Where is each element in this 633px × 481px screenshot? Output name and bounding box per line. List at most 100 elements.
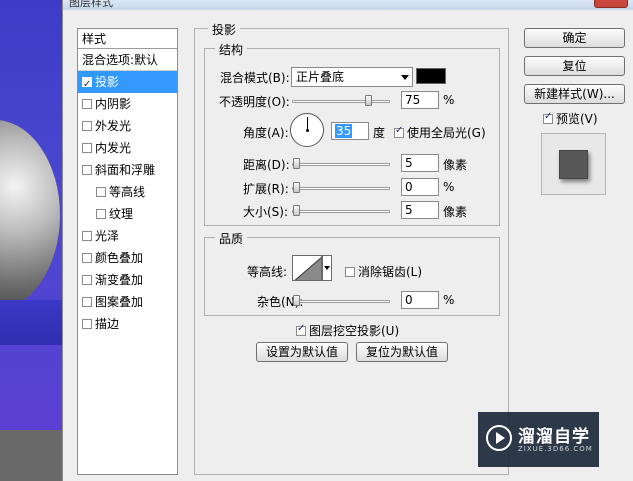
style-item-texture[interactable]: 纹理 — [78, 203, 177, 225]
ok-button[interactable]: 确定 — [524, 28, 625, 48]
angle-unit: 度 — [373, 126, 386, 140]
anti-alias-label: 消除锯齿(L) — [358, 265, 423, 279]
blend-mode-select[interactable]: 正片叠底 — [291, 67, 413, 87]
style-item-pattern-overlay[interactable]: 图案叠加 — [78, 291, 177, 313]
anti-alias-checkbox[interactable] — [345, 267, 355, 277]
style-item-label: 光泽 — [95, 229, 120, 243]
quality-title: 品质 — [215, 230, 248, 247]
noise-slider-track[interactable] — [292, 300, 390, 303]
size-label: 大小(S): — [243, 205, 289, 219]
angle-center — [306, 129, 309, 132]
spread-unit: % — [443, 180, 455, 194]
style-item-gradient-overlay[interactable]: 渐变叠加 — [78, 269, 177, 291]
style-item-color-overlay[interactable]: 颜色叠加 — [78, 247, 177, 269]
texture-checkbox[interactable] — [96, 209, 106, 219]
global-light-checkbox[interactable] — [394, 125, 404, 138]
opacity-input[interactable]: 75 — [401, 91, 439, 109]
size-slider-thumb[interactable] — [293, 205, 300, 216]
style-item-stroke[interactable]: 描边 — [78, 313, 177, 335]
satin-checkbox[interactable] — [82, 231, 92, 241]
style-item-outer-glow[interactable]: 外发光 — [78, 115, 177, 137]
drop-shadow-panel: 投影 结构 混合模式(B): 正片叠底 不透明度(O): 75 % 角度(A):… — [194, 21, 509, 475]
style-item-label: 颜色叠加 — [95, 251, 144, 265]
contour-label: 等高线: — [247, 265, 288, 279]
spread-slider-track[interactable] — [292, 187, 390, 190]
style-item-satin[interactable]: 光泽 — [78, 225, 177, 247]
noise-unit: % — [443, 293, 455, 307]
inner-glow-checkbox[interactable] — [82, 143, 92, 153]
chevron-down-icon — [324, 266, 330, 270]
contour-checkbox[interactable] — [96, 187, 106, 197]
distance-slider-thumb[interactable] — [293, 158, 300, 169]
styles-header[interactable]: 样式 — [78, 29, 177, 49]
reset-button[interactable]: 复位 — [524, 56, 625, 76]
angle-dial[interactable] — [290, 113, 324, 147]
inner-shadow-checkbox[interactable] — [82, 99, 92, 109]
title-bar[interactable]: 图层样式 — [63, 0, 633, 10]
sphere-graphic — [0, 120, 60, 310]
canvas-band — [0, 300, 62, 345]
blend-mode-value: 正片叠底 — [296, 70, 345, 84]
reset-default-button[interactable]: 复位为默认值 — [356, 342, 448, 362]
opacity-slider-track[interactable] — [292, 100, 390, 103]
preview-option[interactable]: 预览(V) — [543, 110, 598, 127]
style-item-contour[interactable]: 等高线 — [78, 181, 177, 203]
style-item-label: 内阴影 — [95, 97, 132, 111]
style-item-bevel-emboss[interactable]: 斜面和浮雕 — [78, 159, 177, 181]
contour-dropdown[interactable] — [322, 255, 332, 281]
opacity-slider-thumb[interactable] — [365, 95, 372, 106]
distance-slider-track[interactable] — [292, 163, 390, 166]
drop-shadow-checkbox[interactable] — [82, 74, 92, 96]
spread-slider-thumb[interactable] — [293, 182, 300, 193]
make-default-button[interactable]: 设置为默认值 — [256, 342, 348, 362]
angle-input[interactable]: 35 — [331, 122, 369, 140]
drop-shadow-group-title: 投影 — [208, 21, 241, 38]
style-item-drop-shadow[interactable]: 投影 — [78, 71, 177, 96]
size-input[interactable]: 5 — [401, 201, 439, 219]
watermark-subtitle: ZIXUE.3D66.COM — [518, 445, 593, 453]
canvas-bottom — [0, 430, 62, 481]
knockout-label: 图层挖空投影(U) — [309, 324, 400, 338]
global-light-option[interactable]: 使用全局光(G) — [394, 124, 486, 141]
noise-slider-thumb[interactable] — [293, 295, 300, 306]
spread-input[interactable]: 0 — [401, 178, 439, 196]
document-canvas — [0, 0, 62, 481]
opacity-unit: % — [443, 93, 455, 107]
style-item-label: 渐变叠加 — [95, 273, 144, 287]
stroke-checkbox[interactable] — [82, 319, 92, 329]
gradient-overlay-checkbox[interactable] — [82, 275, 92, 285]
chevron-down-icon — [401, 75, 409, 80]
global-light-label: 使用全局光(G) — [407, 126, 486, 140]
style-preview-box — [541, 133, 606, 195]
spread-label: 扩展(R): — [243, 182, 289, 196]
style-item-label: 内发光 — [95, 141, 132, 155]
shadow-color-swatch[interactable] — [416, 68, 446, 84]
blend-options-item[interactable]: 混合选项:默认 — [78, 49, 177, 71]
anti-alias-option[interactable]: 消除锯齿(L) — [345, 263, 422, 280]
window-title: 图层样式 — [69, 0, 113, 9]
bevel-emboss-checkbox[interactable] — [82, 165, 92, 175]
structure-title: 结构 — [215, 41, 248, 58]
preview-checkbox[interactable] — [543, 111, 553, 124]
size-slider-track[interactable] — [292, 210, 390, 213]
style-item-label: 等高线 — [109, 185, 146, 199]
style-item-label: 图案叠加 — [95, 295, 144, 309]
style-item-label: 描边 — [95, 317, 120, 331]
pattern-overlay-checkbox[interactable] — [82, 297, 92, 307]
outer-glow-checkbox[interactable] — [82, 121, 92, 131]
style-item-inner-glow[interactable]: 内发光 — [78, 137, 177, 159]
noise-input[interactable]: 0 — [401, 291, 439, 309]
distance-input[interactable]: 5 — [401, 154, 439, 172]
quality-group: 品质 等高线: 消除锯齿(L) 杂色(N): 0 % — [204, 230, 500, 316]
contour-preview[interactable] — [292, 255, 322, 281]
knockout-checkbox[interactable] — [296, 323, 306, 336]
color-overlay-checkbox[interactable] — [82, 253, 92, 263]
distance-unit: 像素 — [443, 158, 468, 172]
close-button[interactable] — [594, 0, 628, 8]
style-item-label: 外发光 — [95, 119, 132, 133]
knockout-option[interactable]: 图层挖空投影(U) — [296, 322, 399, 339]
new-style-button[interactable]: 新建样式(W)... — [524, 84, 625, 104]
style-item-inner-shadow[interactable]: 内阴影 — [78, 93, 177, 115]
size-unit: 像素 — [443, 205, 468, 219]
layer-style-dialog: 图层样式 样式 混合选项:默认 投影 内阴影 外发光 内发光 斜面和浮雕 等高线… — [62, 0, 633, 481]
